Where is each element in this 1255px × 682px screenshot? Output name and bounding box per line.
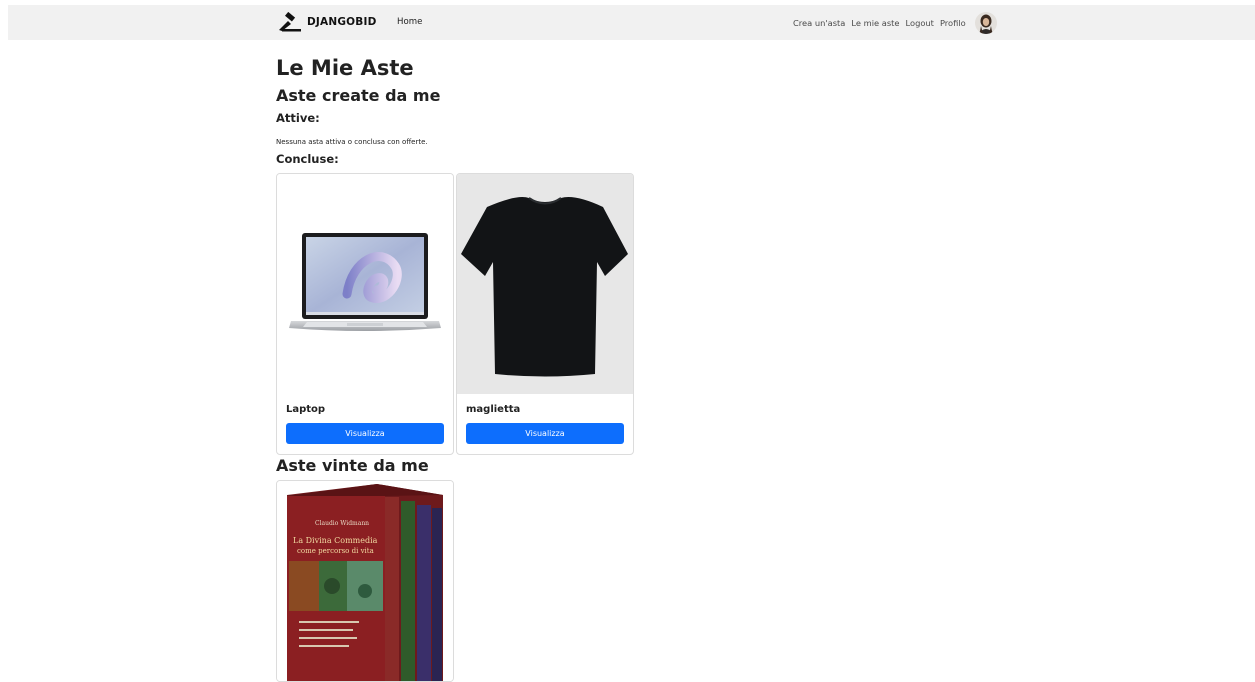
laptop-image [277,174,453,394]
active-auctions-heading: Attive: [276,111,320,125]
page-title: Le Mie Aste [276,56,414,80]
nav-right-group: Crea un'asta Le mie aste Logout Profilo [793,11,997,35]
view-auction-button[interactable]: Visualizza [466,423,624,444]
brand-name: DJANGOBID [307,16,377,28]
nav-profile-link[interactable]: Profilo [940,18,966,28]
no-active-auctions-message: Nessuna asta attiva o conclusa con offer… [276,138,428,146]
brand-link[interactable]: DJANGOBID [278,12,377,32]
avatar[interactable] [974,12,997,34]
nav-logout-link[interactable]: Logout [906,18,934,28]
closed-auctions-heading: Concluse: [276,152,339,166]
svg-text:come percorso di vita: come percorso di vita [297,547,374,555]
navbar: DJANGOBID Home Crea un'asta Le mie aste … [8,5,1255,40]
tshirt-image [457,174,633,394]
book-box-image: Claudio Widmann La Divina Commedia come … [277,481,453,681]
auction-title: Laptop [286,404,326,415]
won-auctions-heading: Aste vinte da me [276,456,429,475]
view-auction-button[interactable]: Visualizza [286,423,444,444]
nav-my-auctions-link[interactable]: Le mie aste [851,18,899,28]
auction-title: maglietta [466,404,521,415]
nav-home-link[interactable]: Home [397,17,422,27]
svg-text:Claudio Widmann: Claudio Widmann [315,520,369,527]
svg-text:La Divina Commedia: La Divina Commedia [293,536,378,545]
auction-card: Claudio Widmann La Divina Commedia come … [276,480,454,682]
auction-card: Laptop Visualizza [276,173,454,455]
auction-card: maglietta Visualizza [456,173,634,455]
created-auctions-heading: Aste create da me [276,86,441,105]
gavel-logo-icon [279,12,301,32]
nav-create-auction-link[interactable]: Crea un'asta [793,18,845,28]
user-avatar-icon [974,12,997,34]
